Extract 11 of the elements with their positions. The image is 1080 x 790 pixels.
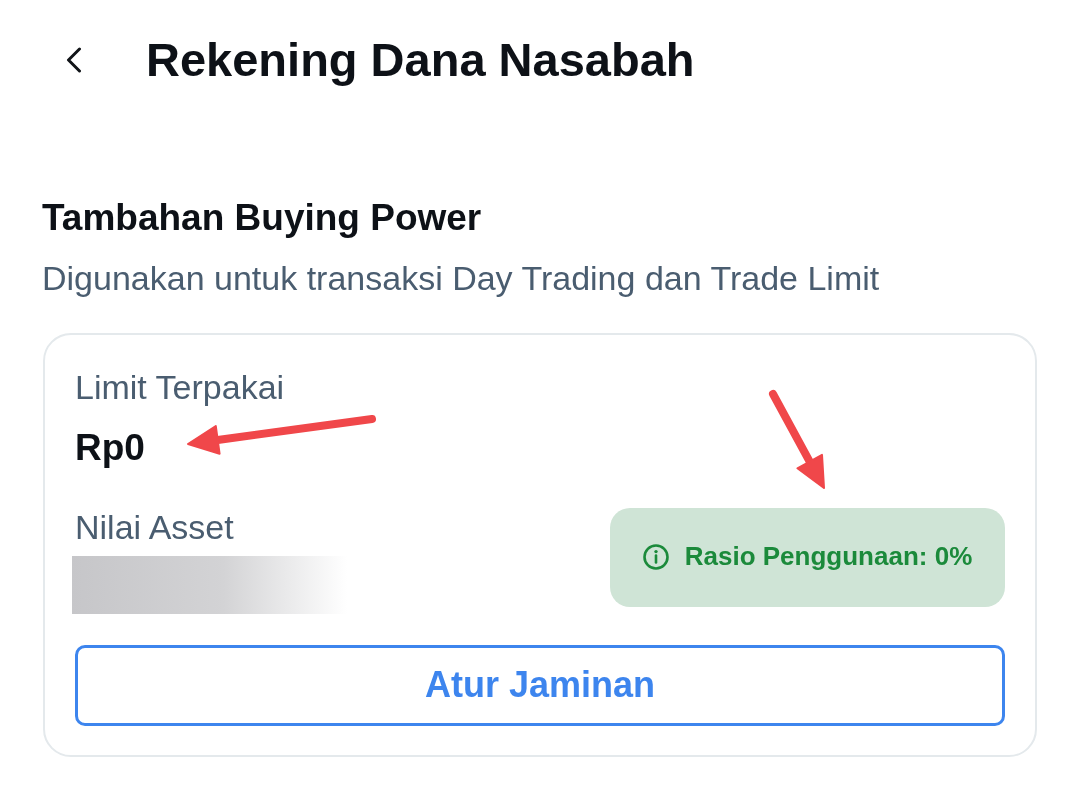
usage-ratio-text: Rasio Penggunaan: 0% — [684, 541, 973, 573]
chevron-left-icon — [66, 47, 82, 74]
section-subtitle: Digunakan untuk transaksi Day Trading dan Trade Limit — [42, 257, 880, 299]
back-button[interactable] — [66, 47, 82, 74]
asset-value-label: Nilai Asset — [75, 506, 234, 548]
atur-jaminan-button[interactable]: Atur Jaminan — [75, 644, 1005, 726]
page-title: Rekening Dana Nasabah — [146, 32, 695, 88]
used-limit-value: Rp0 — [75, 426, 145, 471]
used-limit-label: Limit Terpakai — [75, 366, 285, 408]
section-title: Tambahan Buying Power — [42, 196, 482, 241]
info-icon — [642, 544, 669, 571]
